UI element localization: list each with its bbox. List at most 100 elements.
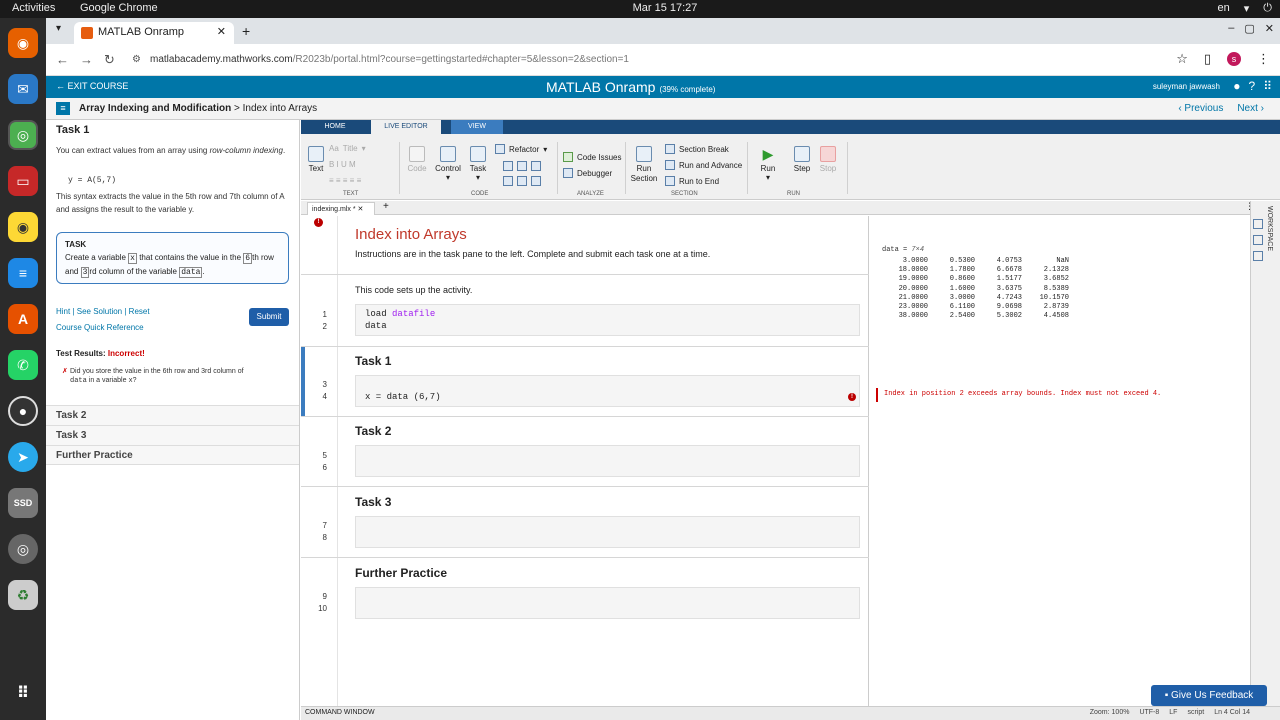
side-panel-icon[interactable]: ▯ <box>1204 51 1211 67</box>
exit-course-link[interactable]: ← EXIT COURSE <box>56 81 128 91</box>
clock[interactable]: Mar 15 17:27 <box>620 2 710 14</box>
help-icon[interactable]: ? <box>1249 79 1256 93</box>
telegram-icon[interactable]: ➤ <box>8 442 38 472</box>
user-icon[interactable]: ● <box>1233 79 1240 93</box>
section-divider <box>301 274 869 275</box>
obs-icon[interactable]: ● <box>8 396 38 426</box>
tab-search-icon[interactable]: ▾ <box>56 23 61 34</box>
close-document-icon[interactable]: ✕ <box>358 206 364 213</box>
task2-code-block[interactable] <box>355 445 860 477</box>
add-document-icon[interactable]: + <box>383 201 389 212</box>
outdent-buttons[interactable] <box>503 176 541 186</box>
trash-icon[interactable]: ♻ <box>8 580 38 610</box>
give-feedback-button[interactable]: ▪ Give Us Feedback <box>1151 685 1267 706</box>
bookmark-star-icon[interactable]: ☆ <box>1176 51 1188 67</box>
code-button[interactable]: Code <box>405 146 429 173</box>
panel-icon[interactable] <box>1253 219 1263 229</box>
apps-grid-icon[interactable]: ⠿ <box>1263 79 1272 93</box>
step-button[interactable]: Step <box>791 146 813 173</box>
ssd-drive-icon[interactable]: SSD <box>8 488 38 518</box>
task1-code-block[interactable]: x = data (6,7) ! <box>355 375 860 407</box>
profile-avatar[interactable]: s <box>1227 52 1241 66</box>
code-issues-button[interactable]: Code Issues <box>563 152 621 162</box>
panel-icon[interactable] <box>1253 235 1263 245</box>
control-button[interactable]: Control ▾ <box>433 146 463 182</box>
align-buttons[interactable]: ≡ ≡ ≡ ≡ ≡ <box>329 176 361 185</box>
task1-heading[interactable]: Task 1 <box>56 124 89 136</box>
section-break-button[interactable]: Section Break <box>665 144 729 154</box>
power-icon[interactable]: ⏻ <box>1263 2 1272 15</box>
site-info-icon[interactable]: ⚙ <box>132 54 141 65</box>
run-section-button[interactable]: Run Section <box>629 146 659 184</box>
hint-link[interactable]: Hint <box>56 307 70 316</box>
run-button[interactable]: ▶ Run ▾ <box>757 146 779 182</box>
submit-button[interactable]: Submit <box>249 308 289 326</box>
indent-buttons[interactable] <box>503 161 541 171</box>
debugger-button[interactable]: Debugger <box>563 168 612 178</box>
thunderbird-icon[interactable]: ✉ <box>8 74 38 104</box>
previous-button[interactable]: ‹ Previous <box>1178 103 1223 114</box>
firefox-icon[interactable]: ◉ <box>8 28 38 58</box>
activities-button[interactable]: Activities <box>12 2 55 14</box>
show-apps-icon[interactable]: ⠿ <box>8 678 38 708</box>
reset-link[interactable]: Reset <box>129 307 150 316</box>
writer-icon[interactable]: ≡ <box>8 258 38 288</box>
forward-icon[interactable]: → <box>80 52 93 67</box>
rhythmbox-icon[interactable]: ◉ <box>8 212 38 242</box>
workspace-tab[interactable]: WORKSPACE <box>1266 206 1273 251</box>
whatsapp-icon[interactable]: ✆ <box>8 350 38 380</box>
files-icon[interactable]: ▭ <box>8 166 38 196</box>
active-app-label[interactable]: Google Chrome <box>80 2 158 14</box>
further-practice-row[interactable]: Further Practice <box>46 445 299 465</box>
code-line-2[interactable]: data <box>365 321 387 331</box>
chrome-icon[interactable]: ◎ <box>8 120 38 150</box>
panel-icon[interactable] <box>1253 251 1263 261</box>
quick-reference-link[interactable]: Course Quick Reference <box>56 323 144 332</box>
system-tray[interactable]: en ▾ ⏻ <box>1218 2 1272 15</box>
tab-view[interactable]: VIEW <box>451 120 503 134</box>
text-button[interactable]: Text <box>305 146 327 173</box>
run-to-end-button[interactable]: Run to End <box>665 176 719 186</box>
software-center-icon[interactable]: A <box>8 304 38 334</box>
format-buttons[interactable]: B I U M <box>329 160 356 169</box>
browser-tab[interactable]: MATLAB Onramp ✕ <box>74 22 234 44</box>
network-icon[interactable]: ▾ <box>1244 2 1250 15</box>
error-message: Index in position 2 exceeds array bounds… <box>876 388 1242 402</box>
setup-code-block[interactable]: load datafile data <box>355 304 860 336</box>
status-bar: COMMAND WINDOW Zoom: 100% UTF-8 LF scrip… <box>301 706 1280 720</box>
task1-code-line[interactable]: x = data (6,7) <box>365 392 441 402</box>
refactor-dropdown[interactable]: Refactor ▾ <box>495 144 547 154</box>
back-icon[interactable]: ← <box>56 52 69 67</box>
close-window-icon[interactable]: ✕ <box>1265 22 1274 35</box>
url-field[interactable]: matlabacademy.mathworks.com/R2023b/porta… <box>150 54 629 65</box>
maximize-icon[interactable]: ▢ <box>1244 22 1254 35</box>
run-advance-button[interactable]: Run and Advance <box>665 160 742 170</box>
tab-home[interactable]: HOME <box>313 120 357 134</box>
close-tab-icon[interactable]: ✕ <box>217 25 226 38</box>
tab-live-editor[interactable]: LIVE EDITOR <box>371 120 441 134</box>
reload-icon[interactable]: ↻ <box>104 52 115 68</box>
course-menu-icon[interactable]: ≡ <box>56 102 70 115</box>
user-name[interactable]: suleyman jawwash <box>1153 82 1220 91</box>
minimize-icon[interactable]: – <box>1228 22 1234 35</box>
task2-row[interactable]: Task 2 <box>46 405 299 425</box>
language-indicator[interactable]: en <box>1218 2 1230 15</box>
code-line-1[interactable]: load datafile <box>365 309 435 319</box>
new-tab-icon[interactable]: + <box>242 23 250 39</box>
next-button[interactable]: Next › <box>1237 103 1264 114</box>
title-style-dropdown[interactable]: Aa Title ▾ <box>329 144 366 153</box>
task3-row[interactable]: Task 3 <box>46 425 299 445</box>
line-error-icon[interactable]: ! <box>848 393 856 401</box>
task3-code-block[interactable] <box>355 516 860 548</box>
document-tab[interactable]: indexing.mlx * ✕ <box>307 202 375 215</box>
stop-button[interactable]: Stop <box>817 146 839 173</box>
chrome-menu-icon[interactable]: ⋮ <box>1257 51 1270 67</box>
command-window-tab[interactable]: COMMAND WINDOW <box>305 709 375 716</box>
run-section-icon <box>636 146 652 162</box>
see-solution-link[interactable]: See Solution <box>77 307 122 316</box>
disc-icon[interactable]: ◎ <box>8 534 38 564</box>
further-practice-code-block[interactable] <box>355 587 860 619</box>
error-indicator-icon[interactable]: ! <box>314 218 323 227</box>
right-side-tabs <box>1250 201 1280 706</box>
task-button[interactable]: Task ▾ <box>467 146 489 182</box>
